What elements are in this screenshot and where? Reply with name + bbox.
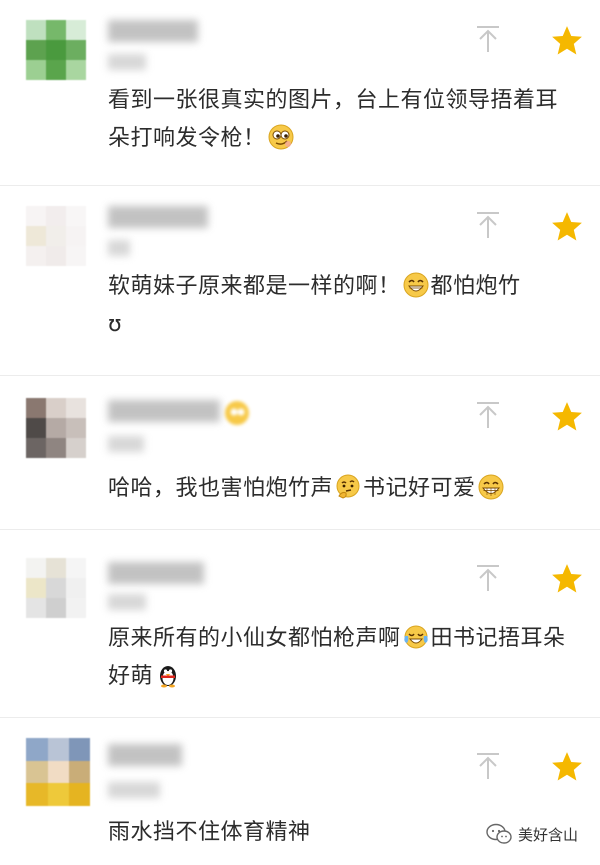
star-icon[interactable] — [550, 562, 584, 596]
avatar[interactable] — [26, 398, 86, 458]
comment-item: 软萌妹子原来都是一样的啊！ 都怕炮竹 ʊ — [0, 186, 600, 376]
star-icon[interactable] — [550, 400, 584, 434]
nickname-blurred — [108, 744, 182, 766]
comment-text: 软萌妹子原来都是一样的啊！ 都怕炮竹 ʊ — [108, 272, 521, 337]
nickname-blurred — [108, 562, 204, 584]
timestamp-blurred — [108, 54, 146, 70]
comment-text: 原来所有的小仙女都怕枪声啊 田书记捂耳朵好萌 — [108, 625, 566, 689]
wechat-icon — [486, 823, 512, 844]
upvote-arrow-icon[interactable] — [475, 25, 501, 53]
thinking-face-icon — [336, 474, 360, 499]
star-icon[interactable] — [550, 24, 584, 58]
upvote-arrow-icon[interactable] — [475, 401, 501, 429]
avatar[interactable] — [26, 558, 86, 618]
smirk-face-icon — [225, 401, 249, 425]
nickname-blurred — [108, 400, 220, 422]
comment-text: 哈哈，我也害怕炮竹声 书记好可爱 — [108, 470, 578, 508]
avatar[interactable] — [26, 206, 86, 266]
timestamp-blurred — [108, 594, 146, 610]
comment-item: 看到一张很真实的图片，台上有位领导捂着耳朵打响发令枪！ — [0, 0, 600, 186]
comment-text: 看到一张很真实的图片，台上有位领导捂着耳朵打响发令枪！ — [108, 88, 559, 151]
avatar[interactable] — [26, 738, 90, 806]
upvote-arrow-icon[interactable] — [475, 564, 501, 592]
watermark-label: 美好含山 — [517, 825, 578, 844]
avatar[interactable] — [26, 20, 86, 80]
nickname-blurred — [108, 206, 208, 228]
penguin-icon — [160, 666, 177, 688]
timestamp-blurred — [108, 782, 160, 798]
grin-face-icon — [478, 474, 504, 500]
upvote-arrow-icon[interactable] — [475, 211, 501, 239]
grin-face-icon — [403, 272, 429, 298]
star-icon[interactable] — [550, 210, 584, 244]
nickname-blurred — [108, 20, 198, 42]
comment-item: 原来所有的小仙女都怕枪声啊 田书记捂耳朵好萌 — [0, 530, 600, 718]
timestamp-blurred — [108, 436, 144, 452]
comment-item: 哈哈，我也害怕炮竹声 书记好可爱 — [0, 376, 600, 530]
upvote-arrow-icon[interactable] — [475, 752, 501, 780]
tears-of-joy-icon — [403, 625, 428, 649]
star-icon[interactable] — [550, 750, 584, 784]
timestamp-blurred — [108, 240, 130, 256]
smirk-face-icon — [268, 124, 294, 150]
watermark: 美好含山 — [486, 823, 578, 845]
